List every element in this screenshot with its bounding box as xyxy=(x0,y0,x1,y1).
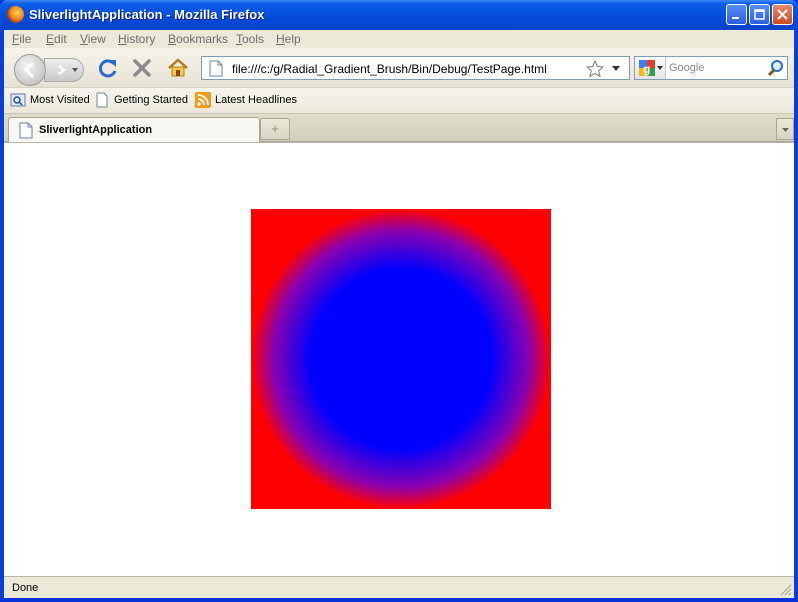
menu-bar: File Edit View History Bookmarks Tools H… xyxy=(4,30,794,48)
menu-tools[interactable]: Tools xyxy=(236,32,264,46)
reload-icon[interactable] xyxy=(96,56,120,80)
search-bar[interactable]: g Google xyxy=(634,56,788,80)
back-forward-group xyxy=(8,52,90,86)
minimize-button[interactable] xyxy=(726,4,747,25)
page-content xyxy=(4,142,794,576)
forward-button[interactable] xyxy=(44,58,84,82)
radial-gradient-rectangle xyxy=(251,209,551,509)
url-text[interactable]: file:///c:/g/Radial_Gradient_Brush/Bin/D… xyxy=(232,62,547,76)
tab-active[interactable]: SliverlightApplication xyxy=(8,117,260,142)
address-bar[interactable]: file:///c:/g/Radial_Gradient_Brush/Bin/D… xyxy=(201,56,630,80)
new-tab-button[interactable]: + xyxy=(260,118,290,140)
google-icon: g xyxy=(639,60,655,76)
chevron-down-icon xyxy=(782,128,789,132)
svg-text:g: g xyxy=(643,62,650,76)
getting-started-icon xyxy=(96,92,108,108)
menu-history[interactable]: History xyxy=(118,32,155,46)
navigation-toolbar: file:///c:/g/Radial_Gradient_Brush/Bin/D… xyxy=(4,48,794,88)
forward-arrow-icon xyxy=(58,65,78,75)
search-input[interactable]: Google xyxy=(669,62,704,74)
bookmark-getting-started[interactable]: Getting Started xyxy=(114,94,188,106)
close-button[interactable] xyxy=(772,4,793,25)
tab-page-icon xyxy=(19,122,33,139)
status-bar: Done xyxy=(4,576,794,598)
resize-grip-icon[interactable] xyxy=(778,582,792,596)
status-text: Done xyxy=(12,582,39,594)
bookmarks-toolbar: Most Visited Getting Started Latest Head… xyxy=(4,88,794,114)
menu-view[interactable]: View xyxy=(80,32,106,46)
window-frame-bottom xyxy=(0,598,798,602)
bookmark-latest-headlines[interactable]: Latest Headlines xyxy=(215,94,297,106)
plus-icon: + xyxy=(271,121,279,136)
browser-window: SliverlightApplication - Mozilla Firefox… xyxy=(0,0,798,602)
bookmark-star-icon[interactable] xyxy=(586,60,604,77)
stop-icon[interactable] xyxy=(130,56,154,80)
menu-help[interactable]: Help xyxy=(276,32,301,46)
menu-bookmarks[interactable]: Bookmarks xyxy=(168,32,228,46)
url-dropdown-icon[interactable] xyxy=(612,66,620,71)
search-engine-selector[interactable]: g xyxy=(635,57,666,79)
tab-list-button[interactable] xyxy=(776,118,794,140)
tab-strip: SliverlightApplication + xyxy=(4,114,794,142)
engine-dropdown-icon xyxy=(657,66,663,70)
menu-file[interactable]: File xyxy=(12,32,31,46)
page-icon xyxy=(209,60,223,77)
maximize-icon xyxy=(754,9,765,20)
browser-chrome: File Edit View History Bookmarks Tools H… xyxy=(4,30,794,142)
rss-feed-icon xyxy=(195,92,211,108)
home-icon[interactable] xyxy=(166,56,190,80)
minimize-icon xyxy=(732,17,739,19)
window-title: SliverlightApplication - Mozilla Firefox xyxy=(29,7,265,22)
title-bar[interactable]: SliverlightApplication - Mozilla Firefox xyxy=(0,0,798,30)
maximize-button[interactable] xyxy=(749,4,770,25)
back-arrow-icon xyxy=(23,61,35,79)
most-visited-icon xyxy=(10,93,26,107)
close-icon xyxy=(777,9,788,20)
menu-edit[interactable]: Edit xyxy=(46,32,67,46)
tab-label: SliverlightApplication xyxy=(39,124,153,136)
bookmark-most-visited[interactable]: Most Visited xyxy=(30,94,90,106)
search-icon[interactable] xyxy=(767,59,785,77)
firefox-icon xyxy=(7,6,24,23)
back-button[interactable] xyxy=(14,54,46,86)
